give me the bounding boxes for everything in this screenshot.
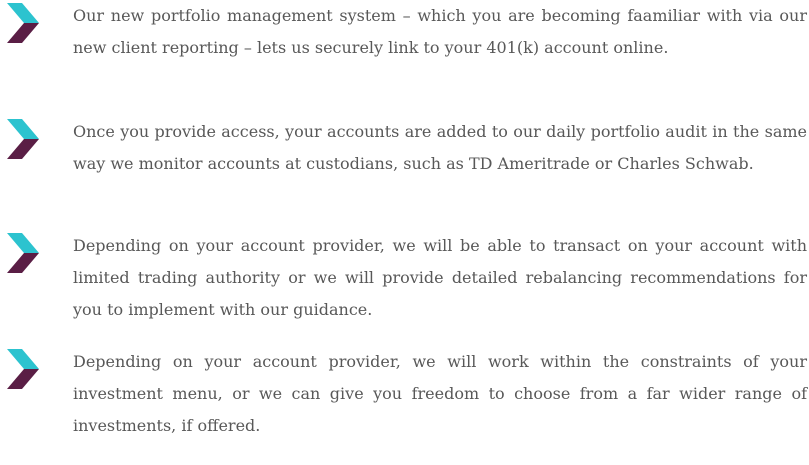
chevron-right-icon — [7, 233, 39, 273]
bullet-text: Our new portfolio management system – wh… — [73, 6, 807, 57]
chevron-right-icon — [7, 3, 39, 43]
bullet-list: Our new portfolio management system – wh… — [0, 0, 809, 465]
bullet-text: Depending on your account provider, we w… — [73, 352, 807, 435]
chevron-right-icon — [7, 119, 39, 159]
chevron-right-icon — [7, 349, 39, 389]
bullet-text: Depending on your account provider, we w… — [73, 236, 807, 319]
bullet-text: Once you provide access, your accounts a… — [73, 122, 807, 173]
